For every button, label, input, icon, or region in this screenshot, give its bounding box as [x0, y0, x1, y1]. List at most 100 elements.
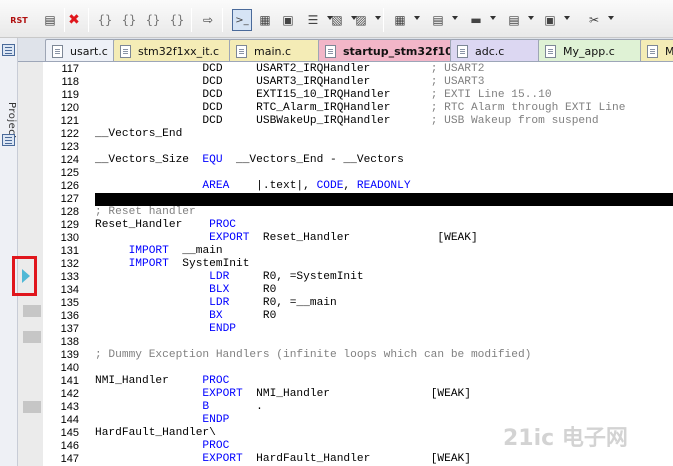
code-line[interactable]: DCD USBWakeUp_IRQHandler ; USB Wakeup fr… — [95, 115, 673, 128]
file-tab-bar: usart.c stm32f1xx_it.c main.c startup_stm32… — [18, 38, 673, 62]
memory-window-icon[interactable]: ▦ — [390, 9, 410, 31]
code-line[interactable]: Reset_Handler PROC — [95, 219, 673, 232]
toolbox-icon[interactable]: ✂ — [584, 9, 604, 31]
code-line[interactable]: LDR R0, =__main — [95, 297, 673, 310]
code-editor[interactable]: DCD USART2_IRQHandler ; USART2 DCD USART… — [95, 62, 673, 466]
code-line[interactable]: DCD USART2_IRQHandler ; USART2 — [95, 63, 673, 76]
dropdown-arrow-icon[interactable] — [528, 16, 534, 20]
file-tab[interactable]: usart.c — [45, 39, 115, 61]
code-keyword: EXPORT — [202, 388, 243, 400]
code-line[interactable]: DCD EXTI15_10_IRQHandler ; EXTI Line 15.… — [95, 89, 673, 102]
code-text: HardFault_Handler\ — [95, 427, 216, 439]
code-line[interactable]: DCD RTC_Alarm_IRQHandler ; RTC Alarm thr… — [95, 102, 673, 115]
command-window-icon[interactable]: >_ — [232, 9, 252, 31]
code-keyword: PROC — [202, 375, 230, 387]
run-to-cursor-icon[interactable]: {} — [167, 9, 187, 31]
code-text: RTC_Alarm_IRQHandler — [256, 102, 391, 114]
code-line[interactable]: IMPORT __main — [95, 245, 673, 258]
dropdown-arrow-icon[interactable] — [490, 16, 496, 20]
trace-window-icon[interactable]: ▤ — [504, 9, 524, 31]
line-number: 143 — [60, 401, 79, 413]
show-next-statement-icon[interactable]: ⇨ — [198, 9, 218, 31]
code-line[interactable] — [95, 193, 673, 206]
code-line[interactable] — [95, 336, 673, 349]
code-line[interactable]: IMPORT SystemInit — [95, 258, 673, 271]
code-line[interactable]: ; Reset handler — [95, 206, 673, 219]
step-over-icon[interactable]: {} — [119, 9, 139, 31]
code-line[interactable]: __Vectors_Size EQU __Vectors_End - __Vec… — [95, 154, 673, 167]
line-number: 145 — [60, 427, 79, 439]
symbols-window-icon[interactable]: ▣ — [278, 9, 298, 31]
code-text: __Vectors_End - __Vectors — [222, 154, 404, 166]
file-tab[interactable]: startup_stm32f103xb.s — [318, 39, 486, 61]
analysis-window-icon[interactable]: ▬ — [466, 9, 486, 31]
reset-cpu-icon[interactable]: RST — [8, 9, 30, 31]
file-tab[interactable]: main.c — [229, 39, 320, 61]
books-panel-icon[interactable] — [2, 134, 15, 146]
code-keyword: PROC — [202, 440, 230, 452]
code-text: DCD — [95, 63, 257, 75]
code-line[interactable]: ; Dummy Exception Handlers (infinite loo… — [95, 349, 673, 362]
dropdown-arrow-icon[interactable] — [414, 16, 420, 20]
dropdown-arrow-icon[interactable] — [564, 16, 570, 20]
code-text: NMI_Handler [WEAK] — [242, 388, 471, 400]
project-panel-icon[interactable] — [2, 44, 15, 56]
line-number: 121 — [60, 115, 79, 127]
code-line[interactable]: __Vectors_End — [95, 128, 673, 141]
file-tab-label: main.c — [254, 44, 292, 58]
code-line[interactable] — [95, 141, 673, 154]
code-line[interactable]: NMI_Handler PROC — [95, 375, 673, 388]
registers-window-icon[interactable]: ☰ — [303, 9, 323, 31]
code-line[interactable]: LDR R0, =SystemInit — [95, 271, 673, 284]
line-number: 118 — [61, 76, 79, 88]
disassembly-window-icon[interactable]: ▦ — [255, 9, 275, 31]
dropdown-arrow-icon[interactable] — [375, 16, 381, 20]
serial-window-icon[interactable]: ▤ — [428, 9, 448, 31]
toolbar-separator — [88, 8, 89, 32]
code-line[interactable]: ENDP — [95, 323, 673, 336]
insert-bookmark-icon[interactable]: ▤ — [40, 9, 60, 31]
code-line[interactable]: EXPORT Reset_Handler [WEAK] — [95, 232, 673, 245]
code-line[interactable]: DCD USART3_IRQHandler ; USART3 — [95, 76, 673, 89]
file-tab[interactable]: adc.c — [450, 39, 540, 61]
code-text: DCD — [95, 76, 257, 88]
code-line[interactable] — [95, 167, 673, 180]
dropdown-arrow-icon[interactable] — [452, 16, 458, 20]
code-comment: ; EXTI Line 15..10 — [430, 89, 552, 101]
file-tab[interactable]: My_ — [640, 39, 673, 61]
line-number: 130 — [60, 232, 79, 244]
code-keyword: AREA — [202, 180, 230, 192]
code-line[interactable]: BX R0 — [95, 310, 673, 323]
dropdown-arrow-icon[interactable] — [608, 16, 614, 20]
file-tab[interactable]: My_app.c — [538, 39, 642, 61]
line-number: 147 — [60, 453, 79, 465]
code-line[interactable]: EXPORT NMI_Handler [WEAK] — [95, 388, 673, 401]
code-line[interactable] — [95, 362, 673, 375]
code-line[interactable]: AREA |.text|, CODE, READONLY — [95, 180, 673, 193]
code-line[interactable]: B . — [95, 401, 673, 414]
code-keyword: ENDP — [202, 414, 230, 426]
step-out-icon[interactable]: {} — [143, 9, 163, 31]
call-stack-window-icon[interactable]: ▧ — [327, 9, 347, 31]
system-viewer-icon[interactable]: ▣ — [540, 9, 560, 31]
file-tab[interactable]: stm32f1xx_it.c — [113, 39, 231, 61]
watch-window-icon[interactable]: ▨ — [351, 9, 371, 31]
step-into-icon[interactable]: {} — [95, 9, 115, 31]
code-text: Reset_Handler — [95, 219, 210, 231]
current-execution-marker — [12, 256, 37, 296]
code-keyword: ENDP — [209, 323, 236, 335]
code-line[interactable]: BLX R0 — [95, 284, 673, 297]
code-text: HardFault_Handler [WEAK] — [242, 453, 471, 465]
file-icon — [236, 45, 247, 58]
line-number: 141 — [60, 375, 79, 387]
stop-icon[interactable]: ✖ — [64, 9, 84, 31]
